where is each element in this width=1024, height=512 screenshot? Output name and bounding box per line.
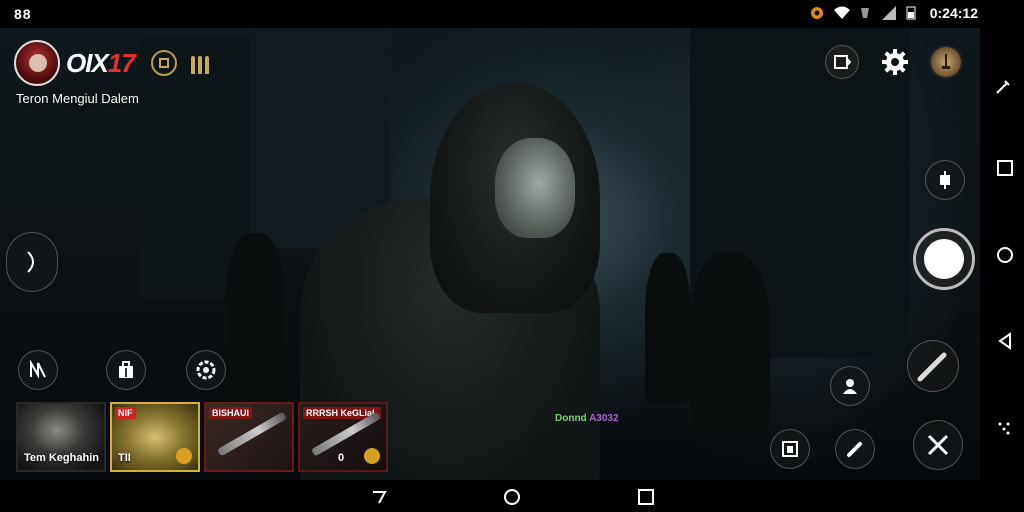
inventory-slot-3[interactable]: BISHAUI — [204, 402, 294, 472]
player-avatar[interactable] — [14, 40, 60, 86]
character-icon — [938, 52, 954, 72]
status-left-text: 88 — [14, 6, 32, 22]
crouch-button[interactable] — [925, 160, 965, 200]
crouch-icon — [936, 171, 954, 189]
screen-record-button[interactable] — [825, 45, 859, 79]
inventory-slot-1[interactable]: Tem Keghahin — [16, 402, 106, 472]
fire-icon — [924, 239, 964, 279]
screen-icon — [833, 53, 851, 71]
ammo-icon[interactable] — [190, 52, 213, 74]
level-subtitle: Teron Mengiul Dalem — [16, 91, 139, 106]
game-brand: OIX17 — [14, 40, 213, 86]
blade-icon — [845, 439, 865, 459]
expand-menu-button[interactable] — [6, 232, 58, 292]
home-icon[interactable] — [503, 488, 521, 506]
status-note: Donnd A3032 — [555, 413, 619, 424]
inventory-bar: Tem Keghahin NIF TII BISHAUI RRRSH KeGLi… — [16, 402, 388, 472]
edit-icon[interactable] — [994, 78, 1012, 96]
status-time: 0:24:12 — [929, 5, 978, 21]
chevron-right-icon — [24, 248, 40, 276]
inventory-slot-4[interactable]: RRRSH KeGLiaL 0 — [298, 402, 388, 472]
journal-icon — [780, 439, 800, 459]
profile-button[interactable] — [929, 45, 963, 79]
knife-icon — [916, 349, 950, 383]
battery-icon — [906, 6, 920, 20]
system-nav-right — [980, 0, 1024, 512]
inventory-button[interactable] — [106, 350, 146, 390]
more-icon[interactable] — [996, 420, 1012, 436]
signal-icon — [881, 6, 896, 20]
recents-icon[interactable] — [638, 489, 654, 505]
person-icon — [840, 376, 860, 396]
shield-icon — [810, 6, 824, 20]
crossed-weapons-icon — [924, 431, 952, 459]
crafting-button[interactable] — [186, 350, 226, 390]
slot-count: 0 — [338, 452, 345, 464]
zombie-silhouette-right-2 — [690, 253, 770, 433]
fire-button[interactable] — [913, 228, 975, 290]
zombie-face — [495, 138, 575, 238]
map-button[interactable] — [18, 350, 58, 390]
inventory-slot-2[interactable]: NIF TII — [110, 402, 200, 472]
slot-label: TII — [118, 452, 131, 464]
backpack-icon — [116, 360, 136, 380]
back-icon[interactable] — [996, 332, 1014, 350]
slot-label: Tem Keghahin — [24, 452, 99, 464]
coin-icon — [364, 448, 380, 464]
back-icon[interactable] — [371, 489, 387, 505]
zombie-silhouette-right-1 — [645, 253, 691, 403]
slot-tag: BISHAUI — [209, 407, 253, 419]
recents-icon[interactable] — [997, 160, 1013, 176]
journal-button[interactable] — [770, 429, 810, 469]
data-icon — [858, 6, 872, 20]
status-right: 0:24:12 — [810, 5, 978, 21]
cog-icon — [195, 359, 217, 381]
melee-button[interactable] — [907, 340, 959, 392]
gear-icon — [880, 47, 910, 77]
character-button[interactable] — [830, 366, 870, 406]
zombie-silhouette-left — [225, 233, 285, 413]
clan-icon[interactable] — [150, 50, 177, 76]
system-nav-bottom — [0, 480, 980, 512]
weapon-switch-button[interactable] — [835, 429, 875, 469]
game-logo: OIX17 — [66, 47, 136, 78]
wifi-icon — [833, 6, 850, 20]
slot-tag: NIF — [115, 407, 136, 419]
status-bar: 88 0:24:12 — [0, 0, 1024, 28]
settings-button[interactable] — [878, 45, 912, 79]
coin-icon — [176, 448, 192, 464]
map-icon — [28, 360, 48, 380]
attack-button[interactable] — [913, 420, 963, 470]
home-icon[interactable] — [996, 246, 1014, 264]
